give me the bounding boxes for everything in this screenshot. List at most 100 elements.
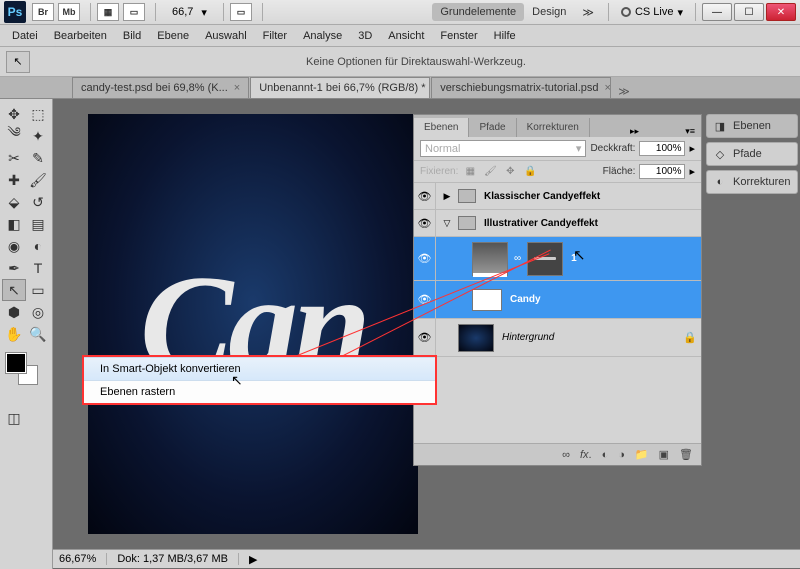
menu-filter[interactable]: Filter	[255, 27, 295, 45]
layer-group-2[interactable]: 👁 ▽ Illustrativer Candyeffekt	[414, 210, 701, 237]
disclosure-open-icon[interactable]: ▽	[440, 218, 454, 229]
layer-name[interactable]: Klassischer Candyeffekt	[480, 191, 600, 202]
status-doc-size[interactable]: Dok: 1,37 MB/3,67 MB	[117, 553, 239, 565]
menu-auswahl[interactable]: Auswahl	[197, 27, 255, 45]
adjustment-icon[interactable]: ◑	[618, 449, 625, 461]
close-icon[interactable]: ×	[234, 82, 240, 94]
menu-fenster[interactable]: Fenster	[432, 27, 485, 45]
eraser-tool[interactable]: ◧	[2, 213, 26, 235]
new-layer-icon[interactable]: ▣	[659, 448, 669, 461]
type-layer-icon[interactable]: T	[472, 289, 502, 311]
type-tool[interactable]: T	[26, 257, 50, 279]
ctx-convert-smartobject[interactable]: In Smart-Objekt konvertieren	[84, 357, 435, 381]
blur-tool[interactable]: ◉	[2, 235, 26, 257]
wand-tool[interactable]: ✦	[26, 125, 50, 147]
menu-bearbeiten[interactable]: Bearbeiten	[46, 27, 115, 45]
eyedropper-tool[interactable]: ✎	[26, 147, 50, 169]
status-zoom[interactable]: 66,67%	[59, 553, 107, 565]
workspace-more[interactable]: ≫	[574, 3, 602, 22]
dock-pfade[interactable]: ◇ Pfade	[706, 142, 798, 166]
opacity-scrubber-icon[interactable]: ▸	[689, 142, 695, 155]
brush-tool[interactable]: 🖌	[26, 169, 50, 191]
tab-korrekturen[interactable]: Korrekturen	[517, 118, 590, 137]
menu-hilfe[interactable]: Hilfe	[486, 27, 524, 45]
layer-background[interactable]: 👁 Hintergrund 🔒	[414, 319, 701, 357]
layer-name[interactable]: Hintergrund	[498, 332, 554, 343]
visibility-icon[interactable]: 👁	[414, 210, 436, 236]
workspace-grundelemente[interactable]: Grundelemente	[432, 3, 524, 21]
mask-icon[interactable]: ◐	[602, 449, 609, 461]
visibility-icon[interactable]: 👁	[414, 183, 436, 209]
current-tool-icon[interactable]: ↖	[6, 51, 30, 73]
view-grid-button[interactable]: ▦	[97, 3, 119, 21]
gradient-tool[interactable]: ▤	[26, 213, 50, 235]
fill-scrubber-icon[interactable]: ▸	[689, 165, 695, 178]
disclosure-closed-icon[interactable]: ▶	[440, 191, 454, 202]
close-icon[interactable]: ×	[605, 82, 611, 94]
bridge-button[interactable]: Br	[32, 3, 54, 21]
panel-flyout-icon[interactable]: ▾≡	[679, 126, 701, 137]
lasso-tool[interactable]: ༄	[2, 125, 26, 147]
layer-group-1[interactable]: 👁 ▶ Klassischer Candyeffekt	[414, 183, 701, 210]
fx-icon[interactable]: fx.	[580, 449, 592, 461]
marquee-tool[interactable]: ⬚	[26, 103, 50, 125]
maximize-button[interactable]: ☐	[734, 3, 764, 21]
tab-overflow[interactable]: ≫	[612, 85, 636, 98]
quickmask-tool[interactable]: ◫	[2, 407, 26, 429]
menu-analyse[interactable]: Analyse	[295, 27, 350, 45]
arrange-button[interactable]: ▭	[230, 3, 252, 21]
layer-name[interactable]: Illustrativer Candyeffekt	[480, 218, 598, 229]
3d-camera-tool[interactable]: ◎	[26, 301, 50, 323]
dock-ebenen[interactable]: ◨ Ebenen	[706, 114, 798, 138]
fg-color-swatch[interactable]	[6, 353, 26, 373]
doc-tab-3[interactable]: verschiebungsmatrix-tutorial.psd ×	[431, 77, 611, 98]
layer-candy[interactable]: 👁 T Candy	[414, 281, 701, 319]
opacity-input[interactable]: 100%	[639, 141, 685, 156]
lock-pixels-icon[interactable]: 🖌	[482, 165, 498, 179]
panel-menu-icon[interactable]: ▸▸	[624, 126, 645, 137]
lock-transparent-icon[interactable]: ▦	[462, 165, 478, 179]
close-button[interactable]: ✕	[766, 3, 796, 21]
layer-thumbnail[interactable]	[458, 324, 494, 352]
minimize-button[interactable]: —	[702, 3, 732, 21]
dock-korrekturen[interactable]: ◐ Korrekturen	[706, 170, 798, 194]
menu-datei[interactable]: Datei	[4, 27, 46, 45]
3d-tool[interactable]: ⬢	[2, 301, 26, 323]
canvas[interactable]: Can	[88, 114, 418, 534]
lock-position-icon[interactable]: ✥	[502, 165, 518, 179]
shape-tool[interactable]: ▭	[26, 279, 50, 301]
tab-ebenen[interactable]: Ebenen	[414, 118, 469, 137]
screen-mode-button[interactable]: ▭	[123, 3, 145, 21]
workspace-design[interactable]: Design	[524, 3, 574, 21]
menu-ansicht[interactable]: Ansicht	[380, 27, 432, 45]
zoom-tool[interactable]: 🔍	[26, 323, 50, 345]
healing-tool[interactable]: ✚	[2, 169, 26, 191]
color-swatches[interactable]	[6, 353, 46, 389]
dodge-tool[interactable]: ◐	[26, 235, 50, 257]
doc-tab-2[interactable]: Unbenannt-1 bei 66,7% (RGB/8) * ×	[250, 77, 430, 98]
doc-tab-1[interactable]: candy-test.psd bei 69,8% (K... ×	[72, 77, 249, 98]
menu-bild[interactable]: Bild	[115, 27, 149, 45]
layer-1[interactable]: 👁 ∞ 1	[414, 237, 701, 281]
cs-live-button[interactable]: CS Live ▾	[615, 6, 689, 19]
menu-ebene[interactable]: Ebene	[149, 27, 197, 45]
visibility-icon[interactable]: 👁	[414, 237, 436, 280]
new-group-icon[interactable]: 📁	[635, 448, 649, 461]
layer-name[interactable]: Candy	[506, 294, 541, 305]
fill-input[interactable]: 100%	[639, 164, 685, 179]
path-select-tool[interactable]: ↖	[2, 279, 26, 301]
minibridge-button[interactable]: Mb	[58, 3, 80, 21]
stamp-tool[interactable]: ⬙	[2, 191, 26, 213]
history-brush-tool[interactable]: ↺	[26, 191, 50, 213]
pen-tool[interactable]: ✒	[2, 257, 26, 279]
blend-mode-dropdown[interactable]: Normal ▾	[420, 140, 586, 157]
hand-tool[interactable]: ✋	[2, 323, 26, 345]
layer-thumbnail[interactable]	[472, 242, 508, 276]
tab-pfade[interactable]: Pfade	[469, 118, 516, 137]
ctx-rasterize-layers[interactable]: Ebenen rastern	[84, 381, 435, 403]
menu-3d[interactable]: 3D	[350, 27, 380, 45]
lock-all-icon[interactable]: 🔒	[522, 165, 538, 179]
crop-tool[interactable]: ✂	[2, 147, 26, 169]
zoom-dropdown[interactable]: 66,7 ▾	[168, 5, 211, 20]
status-arrow-icon[interactable]: ▶	[249, 553, 257, 566]
